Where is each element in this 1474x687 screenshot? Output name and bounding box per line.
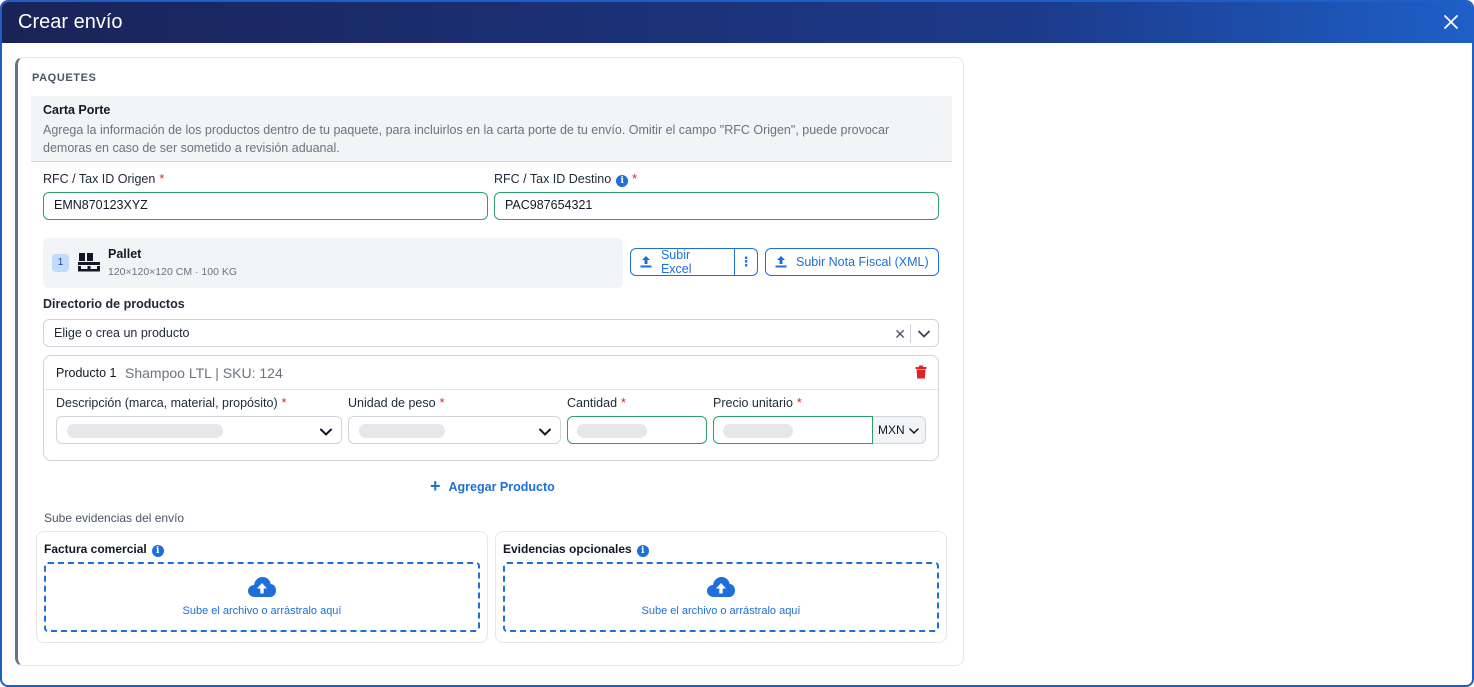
quantity-input[interactable] (567, 416, 707, 444)
info-icon[interactable]: i (636, 545, 649, 557)
product-directory-label: Directorio de productos (43, 297, 185, 311)
quantity-label: Cantidad * (567, 396, 626, 410)
weight-unit-label-text: Unidad de peso (348, 396, 436, 410)
upload-icon (640, 256, 652, 268)
unit-price-label: Precio unitario * (713, 396, 802, 410)
close-icon[interactable] (1442, 13, 1460, 31)
unit-price-label-text: Precio unitario (713, 396, 793, 410)
quantity-label-text: Cantidad (567, 396, 618, 410)
upload-excel-button[interactable]: Subir Excel (661, 248, 724, 276)
chevron-down-icon (539, 428, 551, 436)
upload-excel-split-button: Subir Excel ⋮ (630, 248, 758, 276)
rfc-destino-input[interactable]: PAC987654321 (494, 192, 939, 220)
required-mark: * (439, 396, 445, 410)
product-directory-placeholder: Elige o crea un producto (54, 326, 190, 340)
product-card-header: Producto 1 Shampoo LTL | SKU: 124 (44, 356, 938, 390)
optional-evidence-dropzone[interactable]: Sube el archivo o arrástralo aquí (503, 562, 939, 632)
rfc-origen-label-text: RFC / Tax ID Origen (43, 172, 156, 186)
product-number: Producto 1 (56, 366, 117, 380)
commercial-invoice-label-text: Factura comercial (44, 542, 147, 556)
description-label: Descripción (marca, material, propósito)… (56, 396, 286, 410)
packages-section: PAQUETES Carta Porte Agrega la informaci… (15, 57, 964, 666)
unit-price-input[interactable] (713, 416, 873, 444)
clear-icon[interactable]: ✕ (894, 326, 906, 343)
weight-unit-select[interactable] (348, 416, 561, 444)
required-mark: * (796, 396, 802, 410)
currency-value: MXN (878, 423, 905, 437)
upload-icon (775, 256, 787, 268)
create-shipment-modal: Crear envío PAQUETES Carta Porte Agrega … (0, 0, 1474, 687)
commercial-invoice-label: Factura comercial i (44, 542, 164, 557)
chevron-down-icon (909, 428, 919, 435)
add-product-button[interactable]: + Agregar Producto (430, 476, 555, 497)
upload-xml-label: Subir Nota Fiscal (XML) (796, 255, 929, 269)
cloud-upload-icon (707, 577, 735, 597)
package-summary: 1 Pallet 120×120×120 CM · 100 KG (43, 238, 623, 288)
rfc-origen-input[interactable]: EMN870123XYZ (43, 192, 488, 220)
info-icon[interactable]: i (616, 175, 629, 187)
section-title: PAQUETES (32, 72, 97, 84)
modal-title: Crear envío (18, 11, 123, 33)
dropzone-text: Sube el archivo o arrástralo aquí (182, 605, 342, 617)
description-select[interactable] (56, 416, 342, 444)
pallet-icon (78, 253, 100, 272)
optional-evidence-label: Evidencias opcionales i (503, 542, 649, 557)
currency-select[interactable]: MXN (873, 416, 926, 444)
commercial-invoice-card: Factura comercial i Sube el archivo o arr… (36, 531, 488, 643)
redacted-value (359, 424, 445, 438)
required-mark: * (632, 172, 638, 186)
upload-xml-button[interactable]: Subir Nota Fiscal (XML) (765, 248, 939, 276)
select-divider (910, 324, 911, 343)
description-label-text: Descripción (marca, material, propósito) (56, 396, 278, 410)
redacted-value (67, 424, 223, 438)
chevron-down-icon (320, 428, 332, 436)
kebab-icon[interactable]: ⋮ (735, 254, 757, 270)
carta-porte-description: Agrega la información de los productos d… (43, 123, 890, 155)
rfc-origen-label: RFC / Tax ID Origen * (43, 172, 164, 186)
cloud-upload-icon (248, 577, 276, 597)
package-dimensions: 120×120×120 CM · 100 KG (108, 266, 238, 278)
product-card: Producto 1 Shampoo LTL | SKU: 124 Descri… (43, 355, 939, 461)
package-type: Pallet (108, 247, 142, 261)
weight-unit-label: Unidad de peso * (348, 396, 444, 410)
chevron-down-icon[interactable] (917, 327, 931, 341)
info-icon[interactable]: i (151, 545, 164, 557)
redacted-value (723, 424, 793, 438)
optional-evidence-card: Evidencias opcionales i Sube el archivo o… (495, 531, 947, 643)
redacted-value (577, 424, 647, 438)
carta-porte-notice: Carta Porte Agrega la información de los… (31, 96, 952, 162)
carta-porte-title: Carta Porte (43, 103, 111, 117)
required-mark: * (159, 172, 165, 186)
dropzone-text: Sube el archivo o arrástralo aquí (641, 605, 801, 617)
product-name: Shampoo LTL | SKU: 124 (125, 365, 283, 381)
product-directory-select[interactable]: Elige o crea un producto ✕ (43, 319, 939, 347)
package-index-badge: 1 (52, 254, 69, 272)
required-mark: * (621, 396, 626, 410)
add-product-label: Agregar Producto (448, 479, 555, 494)
required-mark: * (281, 396, 287, 410)
rfc-destino-label: RFC / Tax ID Destino i * (494, 172, 637, 187)
commercial-invoice-dropzone[interactable]: Sube el archivo o arrástralo aquí (44, 562, 480, 632)
modal-header: Crear envío (2, 2, 1472, 43)
plus-icon: + (430, 476, 441, 496)
optional-evidence-label-text: Evidencias opcionales (503, 542, 632, 556)
trash-icon[interactable] (915, 365, 927, 379)
rfc-destino-label-text: RFC / Tax ID Destino (494, 172, 612, 186)
evidence-section-title: Sube evidencias del envío (44, 511, 185, 525)
